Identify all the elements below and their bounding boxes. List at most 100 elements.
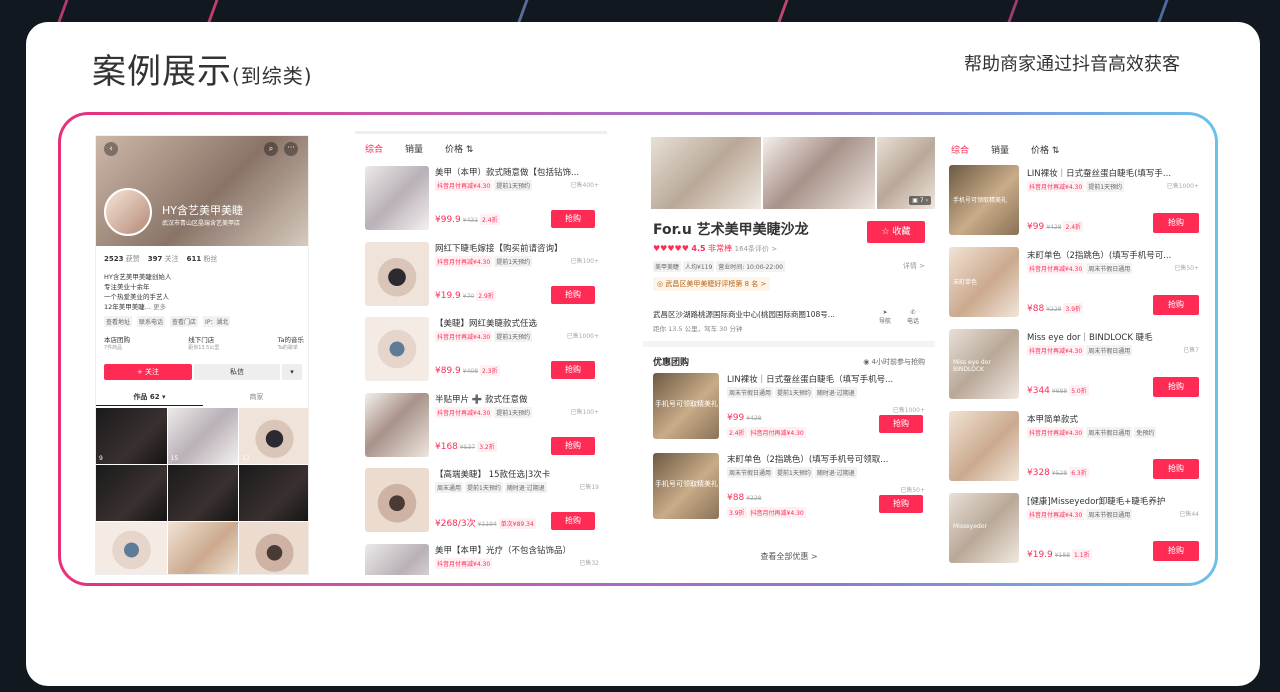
store-tags: 美甲美睫 人均¥119 营业时间: 10:00-22:00 (653, 261, 787, 272)
list-item[interactable]: Miss eye dor BINDLOCK Miss eye dor｜BINDLO… (943, 327, 1205, 403)
service-group-buy[interactable]: 本店团购 7件商品 (104, 334, 130, 351)
buy-button[interactable]: 抢购 (1153, 459, 1199, 479)
list-item[interactable]: Misseyedor [健康]Misseyedor卸睫毛+睫毛养护 抖音月付再减¥4… (943, 491, 1205, 567)
sold-count: 已售44 (1179, 511, 1199, 518)
original-price: ¥228 (1046, 306, 1062, 313)
tab-comprehensive[interactable]: 综合 (951, 143, 969, 156)
tab-merchant[interactable]: 商家 (203, 392, 308, 406)
reviews-link[interactable]: 164条评价 > (735, 245, 777, 253)
stat-followers[interactable]: 611 粉丝 (187, 254, 218, 264)
buy-button[interactable]: 抢购 (551, 361, 595, 379)
video-thumb[interactable]: 17 (239, 408, 308, 464)
tab-price[interactable]: 价格 ⇅ (1031, 143, 1059, 156)
store-link[interactable]: 查看门店 (170, 316, 199, 327)
dropdown-icon[interactable]: ▾ (282, 364, 302, 380)
product-title: 半贴甲片 ➕ 款式任意做 (435, 394, 528, 405)
sold-count: 已售50+ (900, 487, 925, 494)
buy-button[interactable]: 抢购 (1153, 213, 1199, 233)
list-item[interactable]: 【美睫】网红美睫款式任选 抖音月付再减¥4.30 提前1天预约 已售1000+ ¥89.… (355, 313, 607, 385)
bio-more-link[interactable]: 更多 (153, 303, 166, 311)
tab-sales[interactable]: 销量 (991, 143, 1009, 156)
product-tag: 抖音月付再减¥4.30 (1027, 427, 1085, 438)
sold-count: 已售50+ (1174, 265, 1199, 272)
video-thumb[interactable] (96, 522, 167, 574)
service-music[interactable]: Ta的音乐 Ta的歌单 (278, 334, 304, 351)
back-icon[interactable]: ‹ (104, 142, 118, 156)
price-row: ¥99 ¥428 (727, 413, 761, 423)
store-photo[interactable]: ▣ 7 › (877, 137, 935, 209)
product-tag: 提前1天预约 (494, 255, 533, 267)
collect-button[interactable]: ☆ 收藏 (867, 221, 925, 243)
sold-count: 已售19 (579, 484, 599, 491)
list-item[interactable]: 末町单色 末町单色（2指跳色）(填写手机号可... 抖音月付再减¥4.30 周末节假日… (943, 245, 1205, 321)
product-thumb (365, 468, 429, 532)
list-item[interactable]: 美甲（本甲）款式随意做【包括钻饰... 抖音月付再减¥4.30 提前1天预约 已售40… (355, 162, 607, 234)
tab-sales[interactable]: 销量 (405, 142, 423, 155)
store-photo[interactable] (651, 137, 761, 209)
tab-price[interactable]: 价格 ⇅ (445, 142, 473, 155)
photo-count: ▣ 7 › (909, 196, 931, 205)
store-photo[interactable] (763, 137, 875, 209)
slide-title-suffix: (到综类) (232, 64, 313, 88)
slide-card: 案例展示(到综类) 帮助商家通过抖音高效获客 ‹ ⌕ ··· HY含艺美甲美睫 … (26, 22, 1260, 686)
video-thumb[interactable] (96, 465, 167, 521)
view-all-deals[interactable]: 查看全部优惠 > (643, 551, 935, 562)
tab-comprehensive[interactable]: 综合 (365, 142, 383, 155)
buy-button[interactable]: 抢购 (551, 436, 595, 455)
list-item[interactable]: 美甲【本甲】光疗（不包含钻饰品） 抖音月付再减¥4.30 已售32 (355, 540, 607, 575)
search-icon[interactable]: ⌕ (264, 142, 278, 156)
discount-badge: 6.3折 (1069, 467, 1089, 478)
product-thumb (949, 411, 1019, 481)
buy-button[interactable]: 抢购 (551, 210, 595, 228)
buy-button[interactable]: 抢购 (1153, 295, 1199, 315)
list-item[interactable]: 【高端美睫】 15款任选|3次卡 周末通用 提前1天预约 随时退·过期退 已售19 ¥26… (355, 464, 607, 536)
deal-item[interactable]: 手机号可领取精美礼 LIN裸妆｜日式蚕丝蛋白睫毛（填写手机号... 周末节假日通用提… (643, 373, 935, 445)
video-thumb[interactable]: 15 (167, 408, 239, 464)
video-thumb[interactable]: 9 (96, 408, 167, 464)
price: ¥19.9 (1027, 550, 1053, 560)
price-row: ¥19.9 ¥188 1.1折 (1027, 549, 1094, 560)
price-row: ¥19.9 ¥70 2.9折 (435, 289, 498, 301)
original-price: ¥537 (459, 443, 476, 451)
list-item[interactable]: 半贴甲片 ➕ 款式任意做 抖音月付再减¥4.30 提前1天预约 已售100+ ¥168 ¥… (355, 389, 607, 461)
video-thumb[interactable] (167, 465, 239, 521)
product-tag: 抖音月付再减¥4.30 (1027, 345, 1085, 356)
phone-button[interactable]: ✆ 电话 (907, 309, 919, 325)
bio-line: 专注美业十余年 (104, 283, 150, 291)
navigate-button[interactable]: ➤ 导航 (879, 309, 891, 325)
product-title: 末町单色（2指跳色）(填写手机号可... (1027, 251, 1172, 261)
stat-following[interactable]: 397 关注 (148, 254, 179, 264)
address-link[interactable]: 查看地址 (104, 316, 133, 327)
price: ¥99 (1027, 222, 1045, 232)
deal-thumb-text: 手机号可领取精美礼 (655, 480, 718, 488)
pay-later-tag: 抖音月付再减¥4.30 (748, 427, 806, 438)
deal-thumb-text: 手机号可领取精美礼 (655, 400, 718, 408)
buy-button[interactable]: 抢购 (1153, 541, 1199, 561)
divider (643, 341, 935, 347)
deal-item[interactable]: 手机号可领取精美礼 末町单色（2指跳色）(填写手机号可领取... 周末节假日通用 提前… (643, 453, 935, 525)
list-item[interactable]: 网红下睫毛嫁接【购买前请咨询】 抖音月付再减¥4.30 提前1天预约 已售100+ ¥1… (355, 238, 607, 310)
buy-button[interactable]: 抢购 (879, 415, 923, 433)
buy-button[interactable]: 抢购 (879, 495, 923, 513)
avatar[interactable] (104, 188, 152, 236)
buy-button[interactable]: 抢购 (551, 512, 595, 530)
video-thumb[interactable] (239, 465, 308, 521)
message-button[interactable]: 私信 (194, 364, 280, 380)
details-link[interactable]: 详情 > (903, 261, 925, 271)
tab-works[interactable]: 作品 62 ▾ (96, 392, 203, 406)
buy-button[interactable]: 抢购 (1153, 377, 1199, 397)
buy-button[interactable]: 抢购 (551, 285, 595, 304)
phone-link[interactable]: 联系电话 (137, 316, 166, 327)
service-store[interactable]: 线下门店 距你13.5公里 (188, 334, 219, 351)
profile-tabs: 作品 62 ▾ 商家 (96, 392, 308, 406)
more-icon[interactable]: ··· (284, 142, 298, 156)
video-thumb[interactable] (239, 522, 308, 574)
list-item[interactable]: 手机号可领取精美礼 LIN裸妆｜日式蚕丝蛋白睫毛(填写手... 抖音月付再减¥4.3… (943, 163, 1205, 239)
video-thumb[interactable] (167, 522, 239, 574)
follow-button[interactable]: + 关注 (104, 364, 192, 380)
service-row: 本店团购 7件商品 线下门店 距你13.5公里 Ta的音乐 Ta的歌单 (104, 334, 304, 351)
product-title: 【美睫】网红美睫款式任选 (435, 319, 538, 329)
rank-badge[interactable]: ◎ 武昌区美甲美睫好评榜第 8 名 > (653, 277, 771, 291)
price-row: ¥168 ¥537 3.2折 (435, 440, 499, 452)
list-item[interactable]: 本甲简单款式 抖音月付再减¥4.30 周末节假日通用 免预约 ¥328 ¥528 6.3折 抢… (943, 409, 1205, 485)
